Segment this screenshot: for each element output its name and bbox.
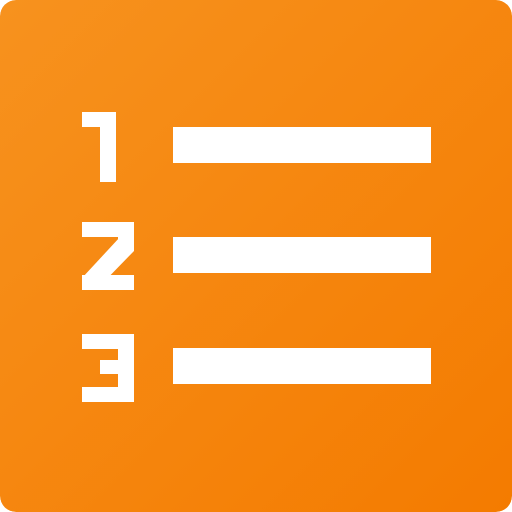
- list-line-2: [173, 237, 431, 273]
- list-line-1: [173, 127, 431, 163]
- app-icon[interactable]: [0, 0, 512, 512]
- numbered-list-icon: [0, 0, 512, 512]
- list-line-3: [173, 348, 431, 384]
